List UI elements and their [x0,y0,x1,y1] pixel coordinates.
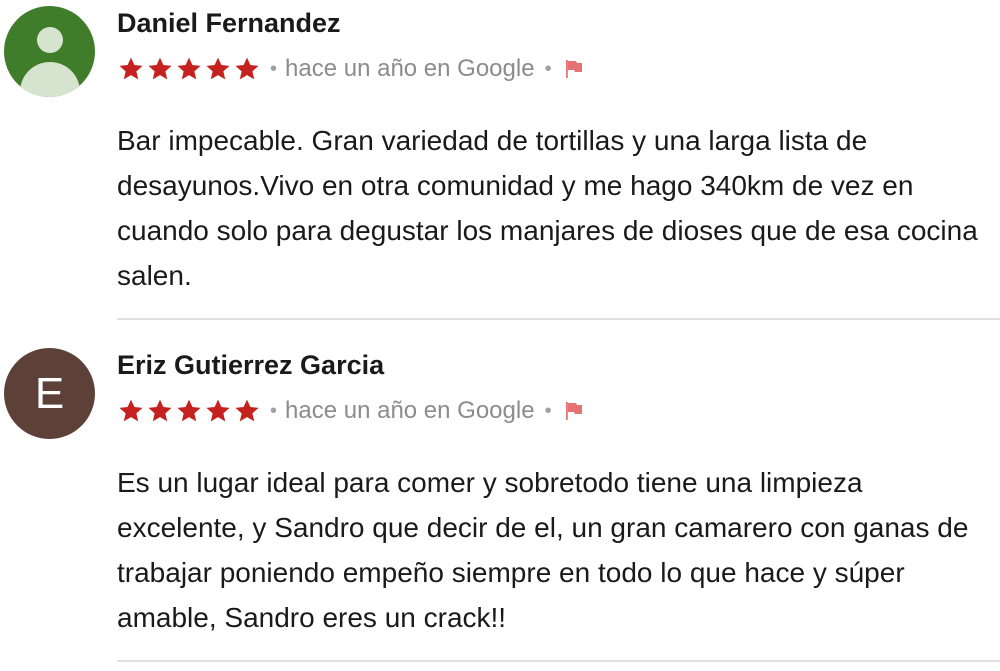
star-icon [119,57,143,80]
avatar[interactable] [4,6,95,97]
separator-dot: • [544,399,552,422]
separator-dot: • [270,57,278,80]
user-silhouette-icon [37,27,63,53]
star-icon [148,57,172,80]
review-time-source: hace un año en Google [285,397,535,424]
star-icon [235,399,259,422]
review-meta: • hace un año en Google • [117,53,585,85]
star-icon [148,399,172,422]
flag-icon[interactable] [561,399,585,423]
flag-icon[interactable] [561,57,585,81]
star-icon [177,57,201,80]
star-icon [119,399,143,422]
star-icon [177,399,201,422]
avatar[interactable]: E [4,348,95,439]
review-meta: • hace un año en Google • [117,395,585,427]
star-icon [206,57,230,80]
star-icon [206,399,230,422]
review-text: Bar impecable. Gran variedad de tortilla… [117,125,978,291]
star-icon [235,57,259,80]
star-rating [117,397,261,425]
separator-dot: • [270,399,278,422]
review-author-name[interactable]: Daniel Fernandez [117,8,341,39]
review-author-name[interactable]: Eriz Gutierrez Garcia [117,350,384,381]
review-text: Es un lugar ideal para comer y sobretodo… [117,467,969,633]
star-rating [117,55,261,83]
separator-dot: • [544,57,552,80]
review-time-source: hace un año en Google [285,55,535,82]
divider [117,660,1000,662]
divider [117,318,1000,320]
